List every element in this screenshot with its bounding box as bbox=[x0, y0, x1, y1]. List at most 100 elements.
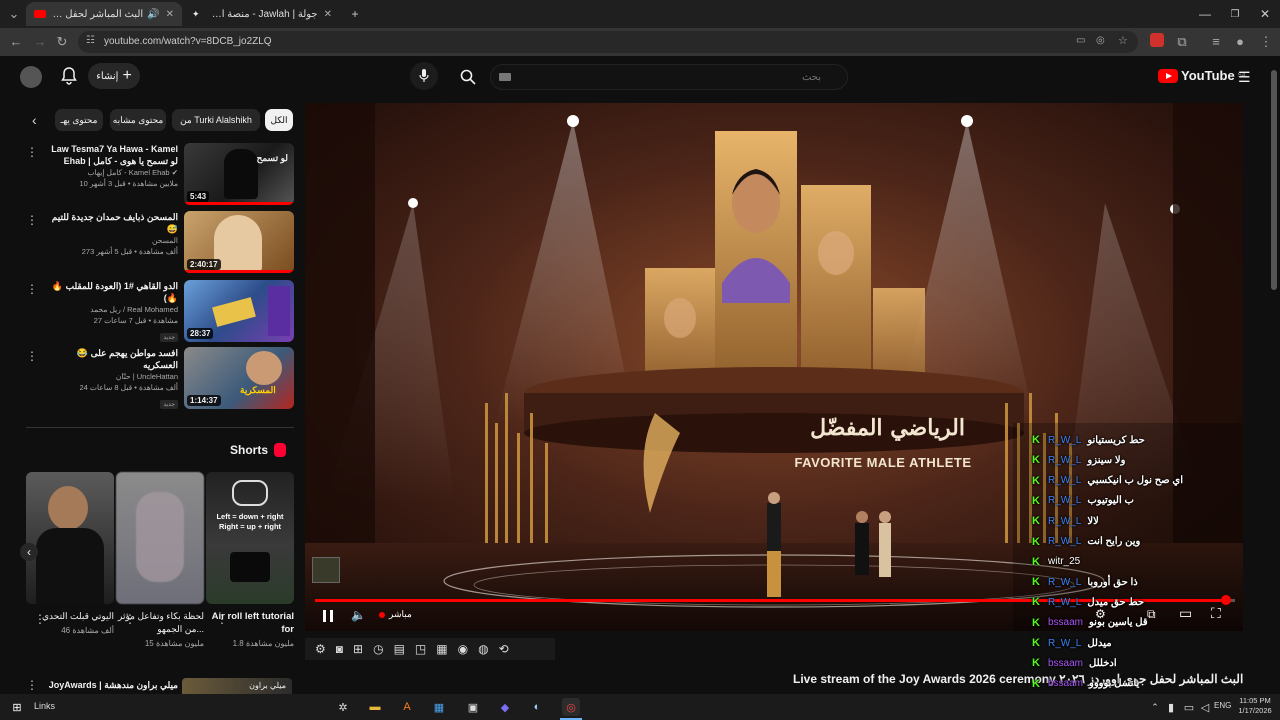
video-title[interactable]: JoyAwards | ميلي براون مندهشة bbox=[48, 680, 178, 691]
minimize-icon[interactable]: — bbox=[1190, 0, 1220, 28]
chat-username[interactable]: bssaam bbox=[1048, 658, 1083, 669]
app-a-icon[interactable]: A bbox=[398, 698, 416, 716]
video-thumbnail[interactable]: 2:40:17 bbox=[184, 211, 294, 273]
video-title[interactable]: 😂 افسد مواطن يهجم على العسكريه bbox=[42, 347, 178, 371]
chat-username[interactable]: witr_25 bbox=[1048, 556, 1080, 567]
site-info-icon[interactable]: ☷ bbox=[86, 35, 95, 46]
cast-icon[interactable]: ▭ bbox=[1076, 35, 1085, 46]
chat-username[interactable]: R_W_L bbox=[1048, 495, 1081, 506]
settings-gear-icon[interactable]: ⚙ bbox=[315, 642, 326, 656]
screenshot-icon[interactable]: ◙ bbox=[336, 642, 343, 656]
repeat-icon[interactable]: ⟲ bbox=[499, 642, 509, 656]
speaker-icon[interactable]: ◁ bbox=[1196, 698, 1214, 716]
notifications-bell-icon[interactable] bbox=[61, 67, 77, 85]
video-thumbnail[interactable]: ميلي براون bbox=[182, 678, 292, 694]
video-player[interactable]: الرياضي المفضّل FAVORITE MALE ATHLETE 🔈 … bbox=[305, 103, 1243, 631]
channel-name[interactable]: حتّان | UncleHattan bbox=[42, 371, 178, 382]
search-button[interactable] bbox=[452, 64, 484, 90]
chat-username[interactable]: R_W_L bbox=[1048, 475, 1081, 486]
links-toolbar[interactable]: Links bbox=[34, 701, 55, 711]
fullscreen-icon[interactable]: ⛶ bbox=[1211, 605, 1221, 622]
short-thumbnail[interactable] bbox=[26, 472, 114, 604]
tab-live-stream[interactable]: البث المباشر لحفل جوي اوورد 🔊 ✕ bbox=[26, 2, 182, 26]
short-thumbnail[interactable]: Left = down + right Right = up + right bbox=[206, 472, 294, 604]
channel-name[interactable]: كامل إيهاب - Kamel Ehab bbox=[87, 168, 169, 177]
language-indicator[interactable]: ENG bbox=[1214, 701, 1231, 710]
bookmark-star-icon[interactable]: ☆ bbox=[1118, 34, 1128, 47]
chat-username[interactable]: R_W_L bbox=[1048, 435, 1081, 446]
speed-icon[interactable]: ◷ bbox=[373, 642, 383, 656]
tab-jawlah[interactable]: ✦ جولة | Jawlah - منصة الألعاب الت ✕ bbox=[184, 2, 340, 26]
film-icon[interactable]: ▦ bbox=[436, 642, 447, 656]
profile-icon[interactable]: ● bbox=[1232, 34, 1248, 50]
store-icon[interactable]: ▦ bbox=[430, 698, 448, 716]
close-tab-icon[interactable]: ✕ bbox=[166, 9, 174, 20]
chat-username[interactable]: R_W_L bbox=[1048, 455, 1081, 466]
chips-scroll-left-icon[interactable]: ‹ bbox=[32, 112, 37, 128]
search-input[interactable] bbox=[491, 65, 847, 89]
chat-username[interactable]: bssaam bbox=[1048, 678, 1083, 689]
more-options-icon[interactable]: ⋮ bbox=[34, 612, 46, 626]
channel-name[interactable]: ريل محمد / Real Mohamed bbox=[42, 304, 178, 315]
video-title[interactable]: المسحن ذبايف حمدان جديدة للتيم 😅 bbox=[42, 211, 178, 235]
channel-watermark[interactable] bbox=[312, 557, 340, 583]
steam-icon[interactable]: ◐ bbox=[528, 698, 546, 716]
live-indicator[interactable]: مباشر bbox=[379, 609, 412, 620]
loop-icon[interactable]: ⊞ bbox=[353, 642, 363, 656]
chat-username[interactable]: R_W_L bbox=[1048, 536, 1081, 547]
browser-menu-icon[interactable]: ⋮ bbox=[1258, 34, 1274, 50]
create-button[interactable]: إنشاء + bbox=[88, 63, 140, 89]
list-item[interactable]: ⋮ المسحن ذبايف حمدان جديدة للتيم 😅 المسح… bbox=[20, 211, 296, 277]
list-item[interactable]: ⋮ Law Tesma7 Ya Hawa - Kamel Ehab | لو ت… bbox=[20, 143, 296, 209]
keyboard-icon[interactable] bbox=[499, 73, 511, 81]
video-title[interactable]: Law Tesma7 Ya Hawa - Kamel Ehab | لو تسم… bbox=[42, 143, 178, 167]
chat-username[interactable]: bssaam bbox=[1048, 617, 1083, 628]
chip-from-channel[interactable]: من Turki Alalshikh bbox=[172, 109, 260, 131]
pip-icon[interactable]: ◉ bbox=[458, 642, 468, 656]
shorts-scroll-left-icon[interactable]: ‹ bbox=[20, 543, 38, 561]
chat-username[interactable]: R_W_L bbox=[1048, 516, 1081, 527]
extension-red-icon[interactable] bbox=[1150, 33, 1164, 47]
short-thumbnail[interactable] bbox=[116, 472, 204, 604]
more-options-icon[interactable]: ⋮ bbox=[216, 612, 228, 626]
video-title[interactable]: الدو القاهي #1 (العودة للمقلب 🔥🔥) bbox=[42, 280, 178, 304]
chip-all[interactable]: الكل bbox=[265, 109, 293, 131]
video-thumbnail[interactable]: المسكرية 1:14:37 bbox=[184, 347, 294, 409]
more-options-icon[interactable]: ⋮ bbox=[26, 145, 38, 159]
back-icon[interactable]: ← bbox=[8, 34, 24, 50]
hamburger-menu-icon[interactable]: ☰ bbox=[1238, 70, 1251, 84]
microphone-tray-icon[interactable]: ▮ bbox=[1162, 698, 1180, 716]
close-tab-icon[interactable]: ✕ bbox=[324, 9, 332, 20]
forward-icon[interactable]: → bbox=[32, 34, 48, 50]
list-item[interactable]: ⋮ الدو القاهي #1 (العودة للمقلب 🔥🔥) ريل … bbox=[20, 280, 296, 346]
close-window-icon[interactable]: ✕ bbox=[1250, 0, 1280, 28]
chip-related[interactable]: محتوى مشابه bbox=[110, 109, 166, 131]
omnibox[interactable]: ☷ youtube.com/watch?v=8DCB_jo2ZLQ ▭ ◎ ☆ bbox=[78, 31, 1138, 53]
restore-icon[interactable]: ❐ bbox=[1220, 0, 1250, 28]
chat-username[interactable]: R_W_L bbox=[1048, 597, 1081, 608]
settings-icon[interactable]: ✲ bbox=[334, 698, 352, 716]
chat-username[interactable]: R_W_L bbox=[1048, 577, 1081, 588]
file-explorer-icon[interactable]: ▬ bbox=[366, 698, 384, 716]
list-item[interactable]: ⋮ 😂 افسد مواطن يهجم على العسكريه حتّان |… bbox=[20, 347, 296, 413]
audio-icon[interactable]: ◍ bbox=[478, 642, 488, 656]
more-options-icon[interactable]: ⋮ bbox=[26, 678, 38, 692]
chat-username[interactable]: R_W_L bbox=[1048, 638, 1081, 649]
clock[interactable]: 11:05 PM 1/17/2026 bbox=[1236, 696, 1274, 716]
tab-list-chevron-icon[interactable]: ⌄ bbox=[6, 6, 22, 22]
page-scrollbar[interactable] bbox=[1271, 70, 1277, 290]
volume-icon[interactable]: 🔈 bbox=[351, 608, 366, 622]
pause-icon[interactable] bbox=[322, 609, 334, 623]
new-tab-button[interactable]: + bbox=[340, 0, 370, 28]
avatar[interactable] bbox=[20, 66, 42, 88]
audio-playing-icon[interactable]: 🔊 bbox=[147, 9, 159, 20]
app-bm-icon[interactable]: ▣ bbox=[464, 698, 482, 716]
video-thumbnail[interactable]: لو تسمح 5:43 bbox=[184, 143, 294, 205]
more-options-icon[interactable]: ⋮ bbox=[124, 612, 136, 626]
filter-icon[interactable]: ▤ bbox=[394, 642, 405, 656]
app-diamond-icon[interactable]: ◆ bbox=[496, 698, 514, 716]
chip-similar-content[interactable]: محتوى يهـ bbox=[55, 109, 103, 131]
more-options-icon[interactable]: ⋮ bbox=[26, 282, 38, 296]
progress-scrubber[interactable] bbox=[1220, 595, 1231, 605]
channel-name[interactable]: المسحن bbox=[42, 235, 178, 246]
